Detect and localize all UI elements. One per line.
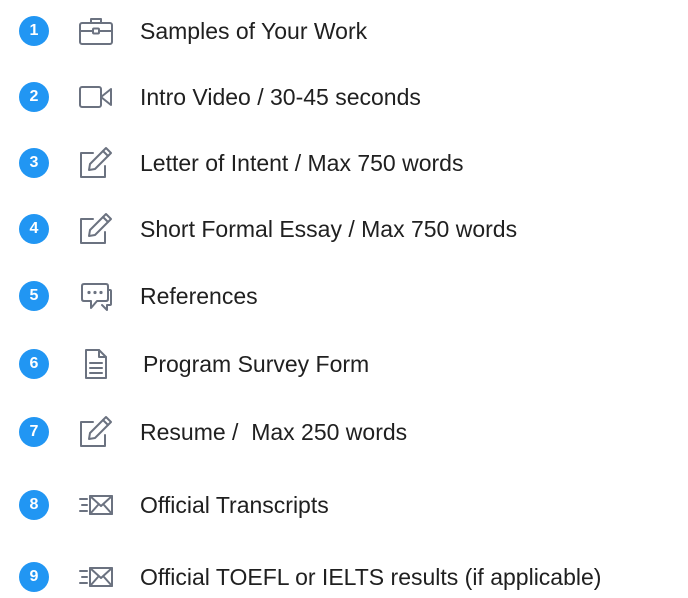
item-label: References [140,283,258,309]
item-label: Intro Video / 30-45 seconds [140,84,421,110]
step-number-badge: 3 [19,148,49,178]
list-item: 6 Program Survey Form [0,345,688,385]
item-label: Official Transcripts [140,492,329,518]
step-number-badge: 6 [19,349,49,379]
checklist: 1 Samples of Your Work 2 Intro Video / 3… [0,0,688,592]
item-label: Official TOEFL or IELTS results (if appl… [140,564,602,590]
fast-mail-icon [76,558,116,596]
video-camera-icon [76,78,116,116]
chat-bubbles-icon [76,277,116,315]
list-item: 5 References [0,277,688,317]
list-item: 4 Short Formal Essay / Max 750 words [0,210,688,250]
edit-icon [76,144,116,182]
item-label: Program Survey Form [143,351,370,377]
item-label: Resume / Max 250 words [140,419,408,445]
document-icon [76,345,116,383]
item-label: Letter of Intent / Max 750 words [140,150,464,176]
item-label: Samples of Your Work [140,18,368,44]
briefcase-icon [76,12,116,50]
step-number-badge: 8 [19,490,49,520]
fast-mail-icon [76,486,116,524]
item-label: Short Formal Essay / Max 750 words [140,216,518,242]
list-item: 2 Intro Video / 30-45 seconds [0,78,688,118]
step-number-badge: 4 [19,214,49,244]
list-item: 1 Samples of Your Work [0,12,688,52]
step-number-badge: 7 [19,417,49,447]
list-item: 8 Official Transcripts [0,486,688,526]
edit-icon [76,413,116,451]
list-item: 9 Official TOEFL or IELTS results (if ap… [0,558,688,598]
list-item: 3 Letter of Intent / Max 750 words [0,144,688,184]
step-number-badge: 2 [19,82,49,112]
list-item: 7 Resume / Max 250 words [0,413,688,453]
step-number-badge: 1 [19,16,49,46]
edit-icon [76,210,116,248]
step-number-badge: 5 [19,281,49,311]
